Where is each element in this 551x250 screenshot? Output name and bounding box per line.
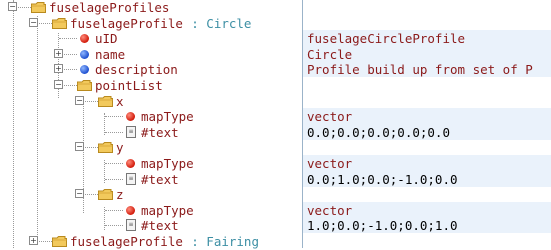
value-row[interactable]: vector <box>303 108 551 125</box>
node-key: description <box>95 62 178 78</box>
node-value: 0.0;1.0;0.0;-1.0;0.0 <box>307 171 458 187</box>
folder-icon <box>98 95 113 107</box>
tree-node[interactable]: − z <box>0 186 302 202</box>
node-key: y <box>116 140 124 156</box>
node-value: vector <box>307 202 353 218</box>
node-value: vector <box>307 156 353 171</box>
node-key: #text <box>141 171 179 187</box>
node-type-annotation: : Circle <box>191 15 252 31</box>
tree-connector <box>105 163 123 164</box>
folder-icon <box>52 235 67 247</box>
attribute-dot-icon <box>80 34 89 44</box>
value-row[interactable]: fuselageCircleProfile <box>303 30 551 47</box>
node-key: z <box>116 187 124 203</box>
tree-node[interactable]: − fuselageProfile : Circle <box>0 15 302 31</box>
node-value: 1.0;0.0;-1.0;0.0;1.0 <box>307 218 458 234</box>
collapse-minus-icon[interactable]: − <box>75 189 84 199</box>
tree-connector <box>105 116 123 118</box>
folder-icon <box>52 17 67 29</box>
collapse-minus-icon[interactable]: − <box>8 2 17 11</box>
tree-node[interactable]: mapType <box>0 202 302 218</box>
value-row[interactable] <box>303 15 551 31</box>
tree-node[interactable]: − pointList <box>0 77 302 93</box>
tree-connector <box>59 38 77 40</box>
collapse-minus-icon[interactable]: − <box>29 17 38 27</box>
folder-icon <box>98 141 113 154</box>
tree-connector <box>105 178 123 180</box>
expand-plus-icon[interactable]: + <box>54 48 63 58</box>
value-row[interactable] <box>303 0 551 15</box>
folder-icon <box>77 79 92 91</box>
expand-plus-icon[interactable]: + <box>54 64 63 74</box>
text-node-icon: ≡ <box>126 172 136 185</box>
attribute-dot-icon <box>126 112 135 122</box>
attribute-dot-icon <box>126 205 135 215</box>
node-key: fuselageProfile <box>70 234 183 249</box>
value-row[interactable]: 1.0;0.0;-1.0;0.0;1.0 <box>303 217 551 234</box>
element-dot-icon <box>80 49 89 59</box>
value-row[interactable] <box>303 139 551 155</box>
node-key: x <box>116 93 124 109</box>
folder-icon <box>31 1 46 13</box>
text-node-icon: ≡ <box>126 125 136 138</box>
node-value: fuselageCircleProfile <box>307 31 466 47</box>
attribute-dot-icon <box>126 159 135 168</box>
tree-node[interactable]: ≡ #text <box>0 124 302 140</box>
xml-tree-panel: − fuselageProfiles − fuselageProfile : Circl… <box>0 0 302 249</box>
collapse-minus-icon[interactable]: − <box>75 142 84 152</box>
element-dot-icon <box>80 65 89 75</box>
node-value: Profile build up from set of P <box>307 62 533 78</box>
node-value: 0.0;0.0;0.0;0.0;0.0 <box>307 124 450 140</box>
value-row[interactable] <box>303 186 551 202</box>
folder-icon <box>98 188 113 201</box>
tree-node[interactable]: ≡ #text <box>0 217 302 233</box>
tree-node[interactable]: − y <box>0 139 302 155</box>
node-key: fuselageProfiles <box>49 0 170 15</box>
tree-node[interactable]: + description <box>0 61 302 77</box>
node-key: pointList <box>95 78 163 93</box>
node-value: vector <box>307 109 353 125</box>
tree-node[interactable]: mapType <box>0 108 302 124</box>
xml-values-panel: fuselageCircleProfile Circle Profile build… <box>302 0 551 248</box>
value-row[interactable] <box>303 93 551 109</box>
value-row[interactable]: 0.0;0.0;0.0;0.0;0.0 <box>303 123 551 140</box>
value-row[interactable]: Profile build up from set of P <box>303 61 551 78</box>
collapse-minus-icon[interactable]: − <box>75 95 84 105</box>
node-key: uID <box>95 31 118 47</box>
node-key: name <box>95 46 126 62</box>
tree-connector <box>105 225 123 227</box>
node-key: #text <box>141 218 179 234</box>
tree-connector <box>105 209 123 211</box>
tree-node[interactable]: + fuselageProfile : Fairing <box>0 233 302 249</box>
value-row[interactable] <box>303 77 551 93</box>
tree-node[interactable]: ≡ #text <box>0 171 302 187</box>
value-row[interactable]: Circle <box>303 45 551 62</box>
tree-node[interactable]: mapType <box>0 155 302 171</box>
tree-node[interactable]: − x <box>0 93 302 109</box>
tree-node[interactable]: uID <box>0 30 302 46</box>
node-type-annotation: : Fairing <box>191 234 259 249</box>
node-key: #text <box>141 124 179 140</box>
tree-node[interactable]: − fuselageProfiles <box>0 0 302 15</box>
value-row[interactable]: vector <box>303 201 551 218</box>
node-key: mapType <box>141 109 194 125</box>
node-key: mapType <box>141 156 194 171</box>
value-row[interactable] <box>303 233 551 249</box>
expand-plus-icon[interactable]: + <box>29 236 38 245</box>
tree-connector <box>105 131 123 133</box>
node-key: mapType <box>141 202 194 218</box>
value-row[interactable]: 0.0;1.0;0.0;-1.0;0.0 <box>303 170 551 187</box>
text-node-icon: ≡ <box>126 219 136 232</box>
node-value: Circle <box>307 46 353 62</box>
tree-node[interactable]: + name <box>0 46 302 62</box>
collapse-minus-icon[interactable]: − <box>54 80 63 89</box>
value-row[interactable]: vector <box>303 155 551 171</box>
node-key: fuselageProfile <box>70 15 183 31</box>
